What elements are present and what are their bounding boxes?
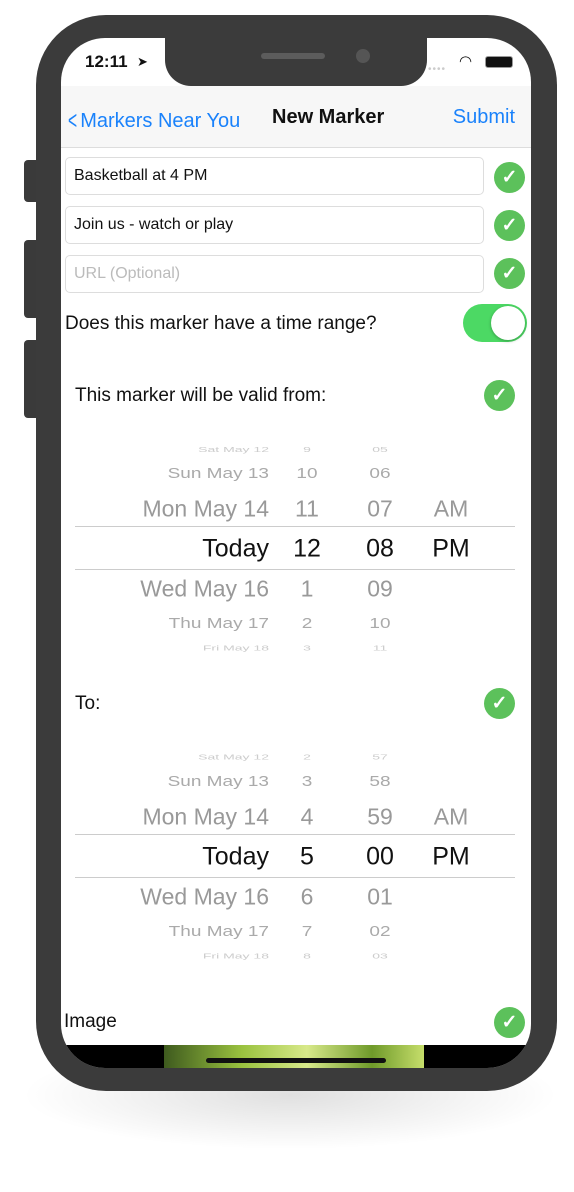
- picker-hour-option[interactable]: 1: [277, 576, 337, 603]
- picker-date-option[interactable]: Thu May 17: [169, 615, 269, 633]
- speaker: [261, 53, 325, 59]
- picker-minute-option[interactable]: 59: [350, 804, 410, 831]
- picker-hour-option[interactable]: 7: [277, 923, 337, 941]
- picker-hour-option[interactable]: 10: [277, 465, 337, 483]
- picker-date-option[interactable]: Fri May 18: [203, 644, 269, 653]
- picker-hour-option[interactable]: 3: [277, 773, 337, 791]
- home-indicator: [206, 1058, 386, 1063]
- picker-minute-option[interactable]: 58: [350, 773, 410, 791]
- from-date-picker[interactable]: Sat May 12 9 05 Sun May 13 10 06 Mon May 14 11 0…: [75, 428, 515, 668]
- picker-date-option[interactable]: Sat May 12: [198, 753, 269, 762]
- picker-ampm-option[interactable]: PM: [421, 843, 481, 872]
- signal-icon: ••••: [428, 64, 447, 75]
- picker-minute-option[interactable]: 02: [350, 923, 410, 941]
- check-icon: ✓: [484, 380, 515, 411]
- title-input[interactable]: Basketball at 4 PM: [65, 157, 484, 195]
- picker-ampm-option[interactable]: PM: [421, 535, 481, 564]
- to-date-picker[interactable]: Sat May 12 2 57 Sun May 13 3 58 Mon May 14 4 59 A…: [75, 736, 515, 976]
- back-button[interactable]: < Markers Near You: [65, 105, 240, 136]
- battery-icon: [485, 56, 513, 68]
- check-icon: ✓: [484, 688, 515, 719]
- picker-date-option[interactable]: Mon May 14: [142, 804, 269, 831]
- time-range-label: Does this marker have a time range?: [65, 313, 377, 334]
- image-label: Image: [64, 1011, 117, 1032]
- url-input[interactable]: URL (Optional): [65, 255, 484, 293]
- picker-date-option[interactable]: Wed May 16: [140, 576, 269, 603]
- picker-minute-option[interactable]: 09: [350, 576, 410, 603]
- to-label: To:: [75, 693, 101, 714]
- picker-hour-option[interactable]: 4: [277, 804, 337, 831]
- picker-ampm-option[interactable]: AM: [421, 804, 481, 831]
- picker-hour-option[interactable]: 3: [277, 644, 337, 653]
- picker-date-option[interactable]: Sun May 13: [168, 465, 269, 483]
- picker-hour-option[interactable]: 9: [277, 445, 337, 454]
- wifi-icon: ◠: [459, 53, 473, 70]
- picker-hour-option[interactable]: 5: [277, 843, 337, 872]
- screen: 12:11 ➤ •••• ◠ < Markers Near You New Mar…: [61, 38, 531, 1068]
- check-icon: ✓: [494, 162, 525, 193]
- picker-date-option[interactable]: Fri May 18: [203, 952, 269, 961]
- navigation-bar: < Markers Near You New Marker Submit: [61, 86, 531, 148]
- image-preview[interactable]: [164, 1045, 424, 1068]
- camera: [356, 49, 370, 63]
- toggle-knob: [491, 306, 525, 340]
- picker-minute-option[interactable]: 57: [350, 753, 410, 762]
- picker-minute-option[interactable]: 07: [350, 496, 410, 523]
- notch: [165, 38, 427, 86]
- status-time: 12:11: [85, 52, 128, 71]
- picker-minute-option[interactable]: 11: [350, 644, 410, 653]
- picker-minute-option[interactable]: 08: [350, 535, 410, 564]
- page-title: New Marker: [272, 106, 385, 128]
- picker-hour-option[interactable]: 2: [277, 753, 337, 762]
- submit-button[interactable]: Submit: [453, 106, 515, 129]
- picker-minute-option[interactable]: 03: [350, 952, 410, 961]
- chevron-left-icon: <: [68, 105, 78, 135]
- picker-minute-option[interactable]: 05: [350, 445, 410, 454]
- time-range-toggle[interactable]: [463, 304, 527, 342]
- picker-date-option[interactable]: Mon May 14: [142, 496, 269, 523]
- picker-ampm-option[interactable]: AM: [421, 496, 481, 523]
- picker-minute-option[interactable]: 10: [350, 615, 410, 633]
- picker-hour-option[interactable]: 12: [277, 535, 337, 564]
- check-icon: ✓: [494, 1007, 525, 1038]
- from-label: This marker will be valid from:: [75, 385, 327, 406]
- picker-date-option[interactable]: Today: [202, 535, 269, 564]
- picker-date-option[interactable]: Sat May 12: [198, 445, 269, 454]
- back-label: Markers Near You: [80, 110, 241, 132]
- picker-minute-option[interactable]: 01: [350, 884, 410, 911]
- picker-date-option[interactable]: Wed May 16: [140, 884, 269, 911]
- picker-hour-option[interactable]: 8: [277, 952, 337, 961]
- picker-date-option[interactable]: Today: [202, 843, 269, 872]
- check-icon: ✓: [494, 210, 525, 241]
- picker-hour-option[interactable]: 6: [277, 884, 337, 911]
- picker-date-option[interactable]: Thu May 17: [169, 923, 269, 941]
- picker-minute-option[interactable]: 06: [350, 465, 410, 483]
- picker-minute-option[interactable]: 00: [350, 843, 410, 872]
- location-arrow-icon: ➤: [137, 54, 148, 69]
- check-icon: ✓: [494, 258, 525, 289]
- picker-hour-option[interactable]: 11: [277, 496, 337, 523]
- picker-hour-option[interactable]: 2: [277, 615, 337, 633]
- description-input[interactable]: Join us - watch or play: [65, 206, 484, 244]
- picker-date-option[interactable]: Sun May 13: [168, 773, 269, 791]
